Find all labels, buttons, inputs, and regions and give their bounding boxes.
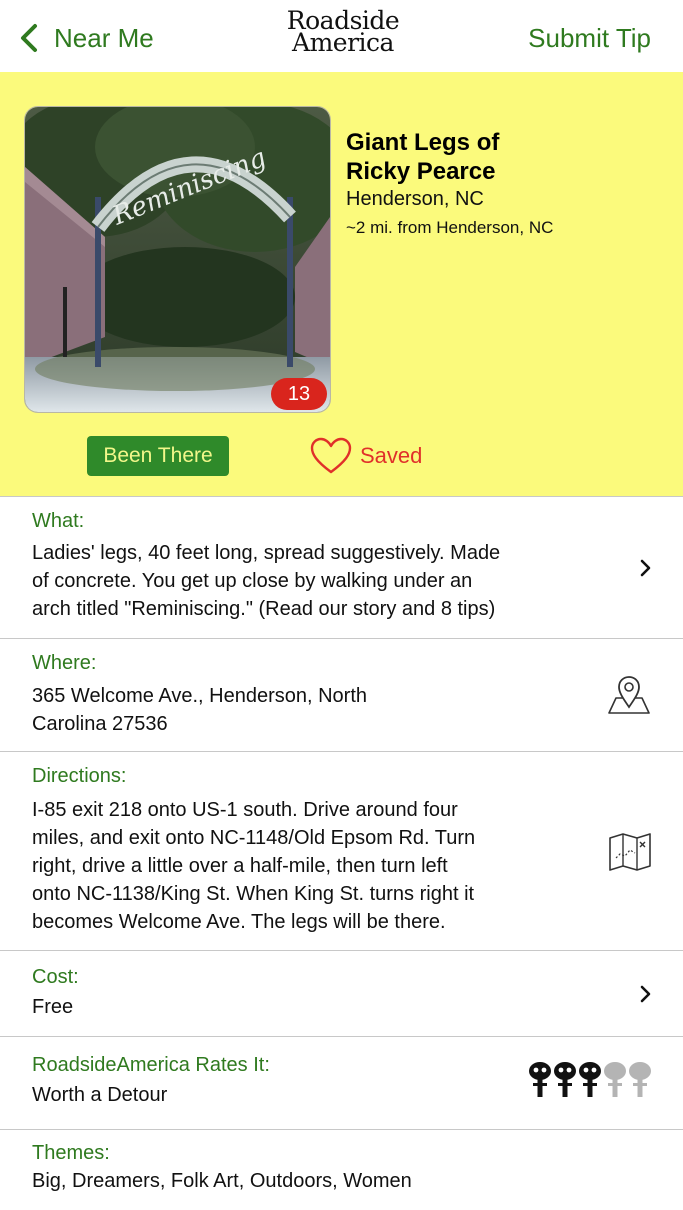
cost-value: Free: [32, 996, 74, 1018]
rating-label: RoadsideAmerica Rates It:: [32, 1054, 270, 1076]
nav-bar: Near Me Roadside America Submit Tip: [0, 0, 683, 72]
been-there-button[interactable]: Been There: [87, 436, 229, 476]
what-label: What:: [32, 510, 85, 532]
chevron-right-icon: [640, 559, 651, 577]
where-address: 365 Welcome Ave., Henderson, North Carol…: [32, 685, 367, 735]
photo-image: Reminiscing: [25, 107, 330, 412]
attraction-title: Giant Legs of Ricky Pearce: [346, 129, 500, 185]
section-cost[interactable]: Cost: Free: [0, 951, 683, 1037]
themes-list: Big, Dreamers, Folk Art, Outdoors, Women: [32, 1170, 412, 1192]
attraction-location: Henderson, NC: [346, 188, 484, 210]
directions-label: Directions:: [32, 765, 127, 787]
rating-value: Worth a Detour: [32, 1084, 168, 1106]
where-label: Where:: [32, 652, 97, 674]
rating-head-filled: [579, 1062, 601, 1097]
saved-label: Saved: [360, 443, 423, 468]
near-me-label: Near Me: [54, 22, 154, 53]
rating-head-empty: [604, 1062, 626, 1097]
attraction-distance: ~2 mi. from Henderson, NC: [346, 218, 554, 237]
cost-label: Cost:: [32, 966, 79, 988]
rating-head-empty: [629, 1062, 651, 1097]
section-where[interactable]: Where: 365 Welcome Ave., Henderson, Nort…: [0, 639, 683, 752]
section-directions[interactable]: Directions: I-85 exit 218 onto US-1 sout…: [0, 752, 683, 951]
roadside-america-logo: Roadside America: [286, 6, 400, 57]
map-pin-icon[interactable]: [606, 674, 652, 716]
section-what[interactable]: What: Ladies' legs, 40 feet long, spread…: [0, 497, 683, 639]
section-themes[interactable]: Themes: Big, Dreamers, Folk Art, Outdoor…: [0, 1130, 683, 1210]
directions-text: I-85 exit 218 onto US-1 south. Drive aro…: [32, 799, 476, 933]
attraction-header: Reminiscing 13 Giant Legs of Ricky Pearc…: [0, 72, 683, 497]
rating-head-filled: [529, 1062, 551, 1097]
chevron-left-icon: [21, 24, 37, 52]
submit-tip-button[interactable]: Submit Tip: [528, 18, 651, 58]
heart-icon: [310, 437, 352, 474]
themes-label: Themes:: [32, 1142, 110, 1164]
attraction-photo[interactable]: Reminiscing: [24, 106, 331, 413]
section-rating: RoadsideAmerica Rates It: Worth a Detour: [0, 1037, 683, 1130]
folded-map-icon[interactable]: [608, 832, 652, 872]
photo-count-badge[interactable]: 13: [271, 378, 327, 410]
what-description: Ladies' legs, 40 feet long, spread sugge…: [32, 542, 501, 620]
chevron-right-icon: [640, 985, 651, 1003]
near-me-button[interactable]: Near Me: [18, 18, 154, 58]
rating-heads-icon: [529, 1062, 651, 1097]
rating-head-filled: [554, 1062, 576, 1097]
saved-button[interactable]: Saved: [310, 434, 422, 478]
